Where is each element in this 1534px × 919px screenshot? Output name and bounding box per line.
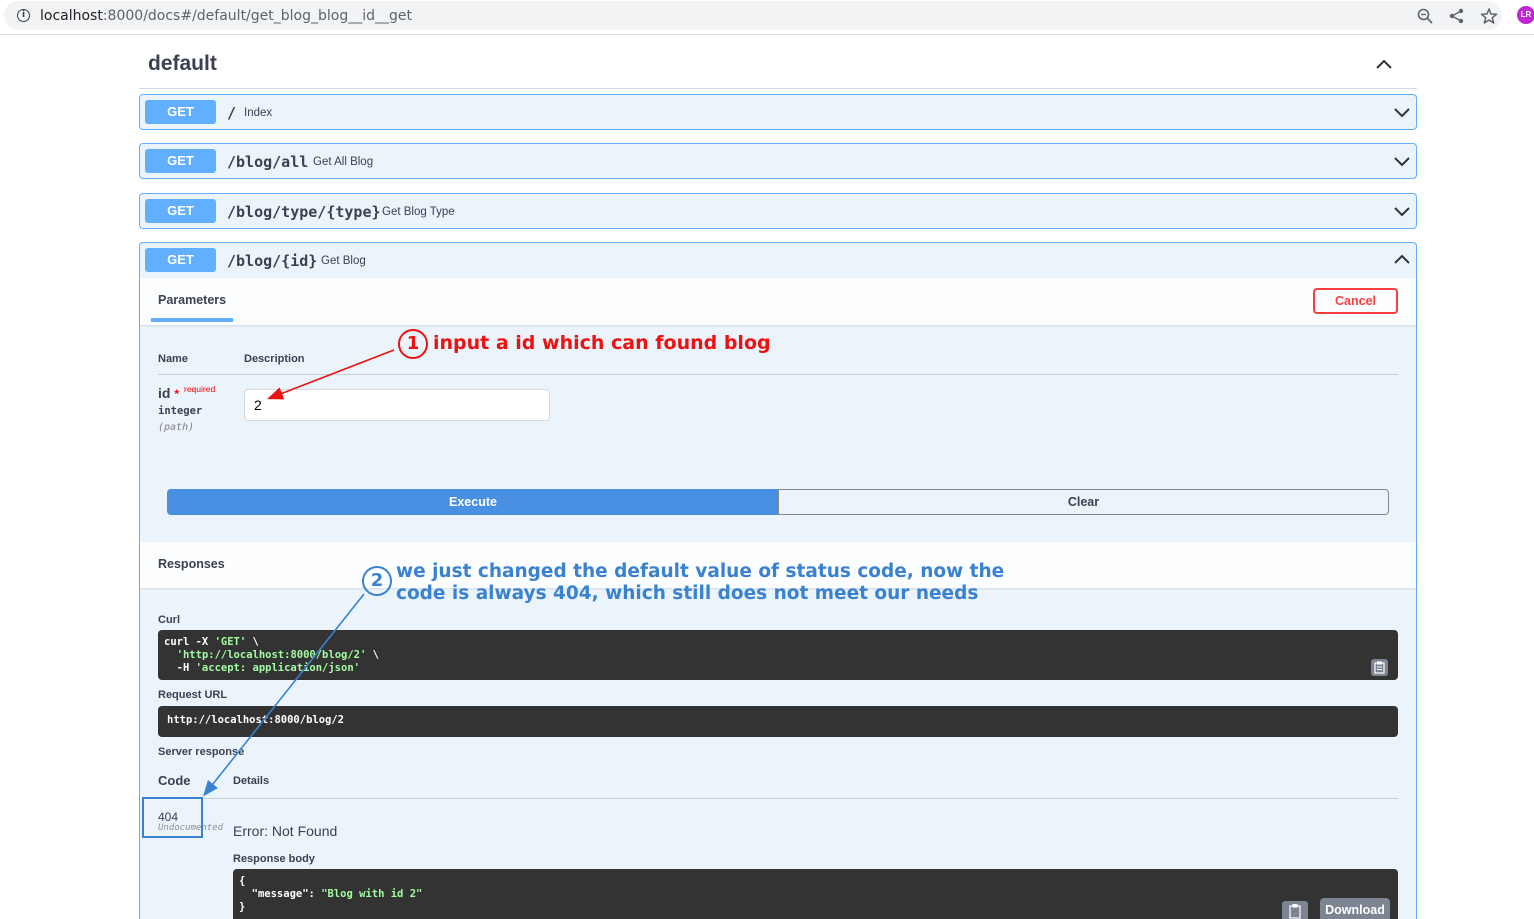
param-type: integer [158,405,203,417]
zoom-icon[interactable] [1416,7,1434,25]
id-input[interactable] [244,389,550,421]
column-description-header: Description [244,353,305,365]
required-label: required [184,384,216,394]
code-column-header: Code [158,773,191,788]
tag-divider [139,88,1417,89]
chevron-up-icon[interactable] [1374,56,1394,72]
execute-button[interactable]: Execute [167,489,779,515]
request-url-label: Request URL [158,689,228,701]
operation-summary: Index [244,107,273,119]
method-badge: GET [145,100,216,124]
share-icon[interactable] [1448,7,1466,25]
server-response-label: Server response [158,746,245,758]
params-divider [158,374,1398,375]
method-badge: GET [145,199,216,223]
operation-index[interactable]: GET / Index [139,94,1417,130]
download-button[interactable]: Download [1320,898,1390,919]
parameters-header: Parameters Cancel [140,278,1416,325]
chevron-up-icon[interactable] [1394,254,1410,265]
tag-title[interactable]: default [148,52,217,76]
response-body[interactable]: { "message": "Blog with id 2" } [233,869,1398,919]
browser-toolbar: i localhost:8000/docs#/default/get_blog_… [0,0,1534,35]
annotation-step2-text: we just changed the default value of sta… [396,561,1005,604]
param-location: (path) [158,422,195,433]
responses-title: Responses [158,557,225,571]
copy-icon[interactable] [1282,901,1308,919]
profile-icon[interactable]: LR [1517,6,1534,24]
operation-path: / [227,104,237,122]
operation-blog-type[interactable]: GET /blog/type/{type} Get Blog Type [139,193,1417,229]
operation-path: /blog/type/{type} [227,203,381,221]
annotation-step1-number: 1 [398,329,428,359]
chevron-down-icon[interactable] [1394,107,1410,118]
clear-button[interactable]: Clear [778,489,1389,515]
operation-path[interactable]: /blog/{id} [227,252,317,270]
operation-blog-all[interactable]: GET /blog/all Get All Blog [139,143,1417,179]
response-divider [158,798,1398,799]
cancel-button[interactable]: Cancel [1313,288,1398,314]
response-body-label: Response body [233,853,315,865]
annotation-step2-number: 2 [362,566,392,596]
operation-summary: Get Blog Type [382,206,455,218]
param-name: id * [158,385,180,401]
method-badge: GET [145,149,216,173]
info-icon[interactable]: i [17,9,30,22]
operation-summary[interactable]: Get Blog [321,255,366,267]
method-badge[interactable]: GET [145,248,216,272]
column-name-header: Name [158,353,188,365]
required-star: * [174,387,180,401]
curl-command[interactable]: curl -X 'GET' \ 'http://localhost:8000/b… [158,630,1398,680]
operation-path: /blog/all [227,153,309,171]
url-text[interactable]: localhost:8000/docs#/default/get_blog_bl… [40,8,412,24]
chevron-down-icon[interactable] [1394,156,1410,167]
operation-summary: Get All Blog [313,156,374,168]
annotation-highlight-box [142,797,203,838]
request-url[interactable]: http://localhost:8000/blog/2 [158,706,1398,737]
copy-icon[interactable] [1371,659,1388,676]
curl-label: Curl [158,614,180,626]
address-bar[interactable]: i localhost:8000/docs#/default/get_blog_… [4,1,1502,30]
star-icon[interactable] [1480,7,1498,25]
annotation-step1-text: input a id which can found blog [433,332,771,354]
chevron-down-icon[interactable] [1394,206,1410,217]
tab-underline [151,318,233,322]
tab-parameters[interactable]: Parameters [158,293,226,307]
error-text: Error: Not Found [233,823,338,839]
details-column-header: Details [233,775,270,787]
